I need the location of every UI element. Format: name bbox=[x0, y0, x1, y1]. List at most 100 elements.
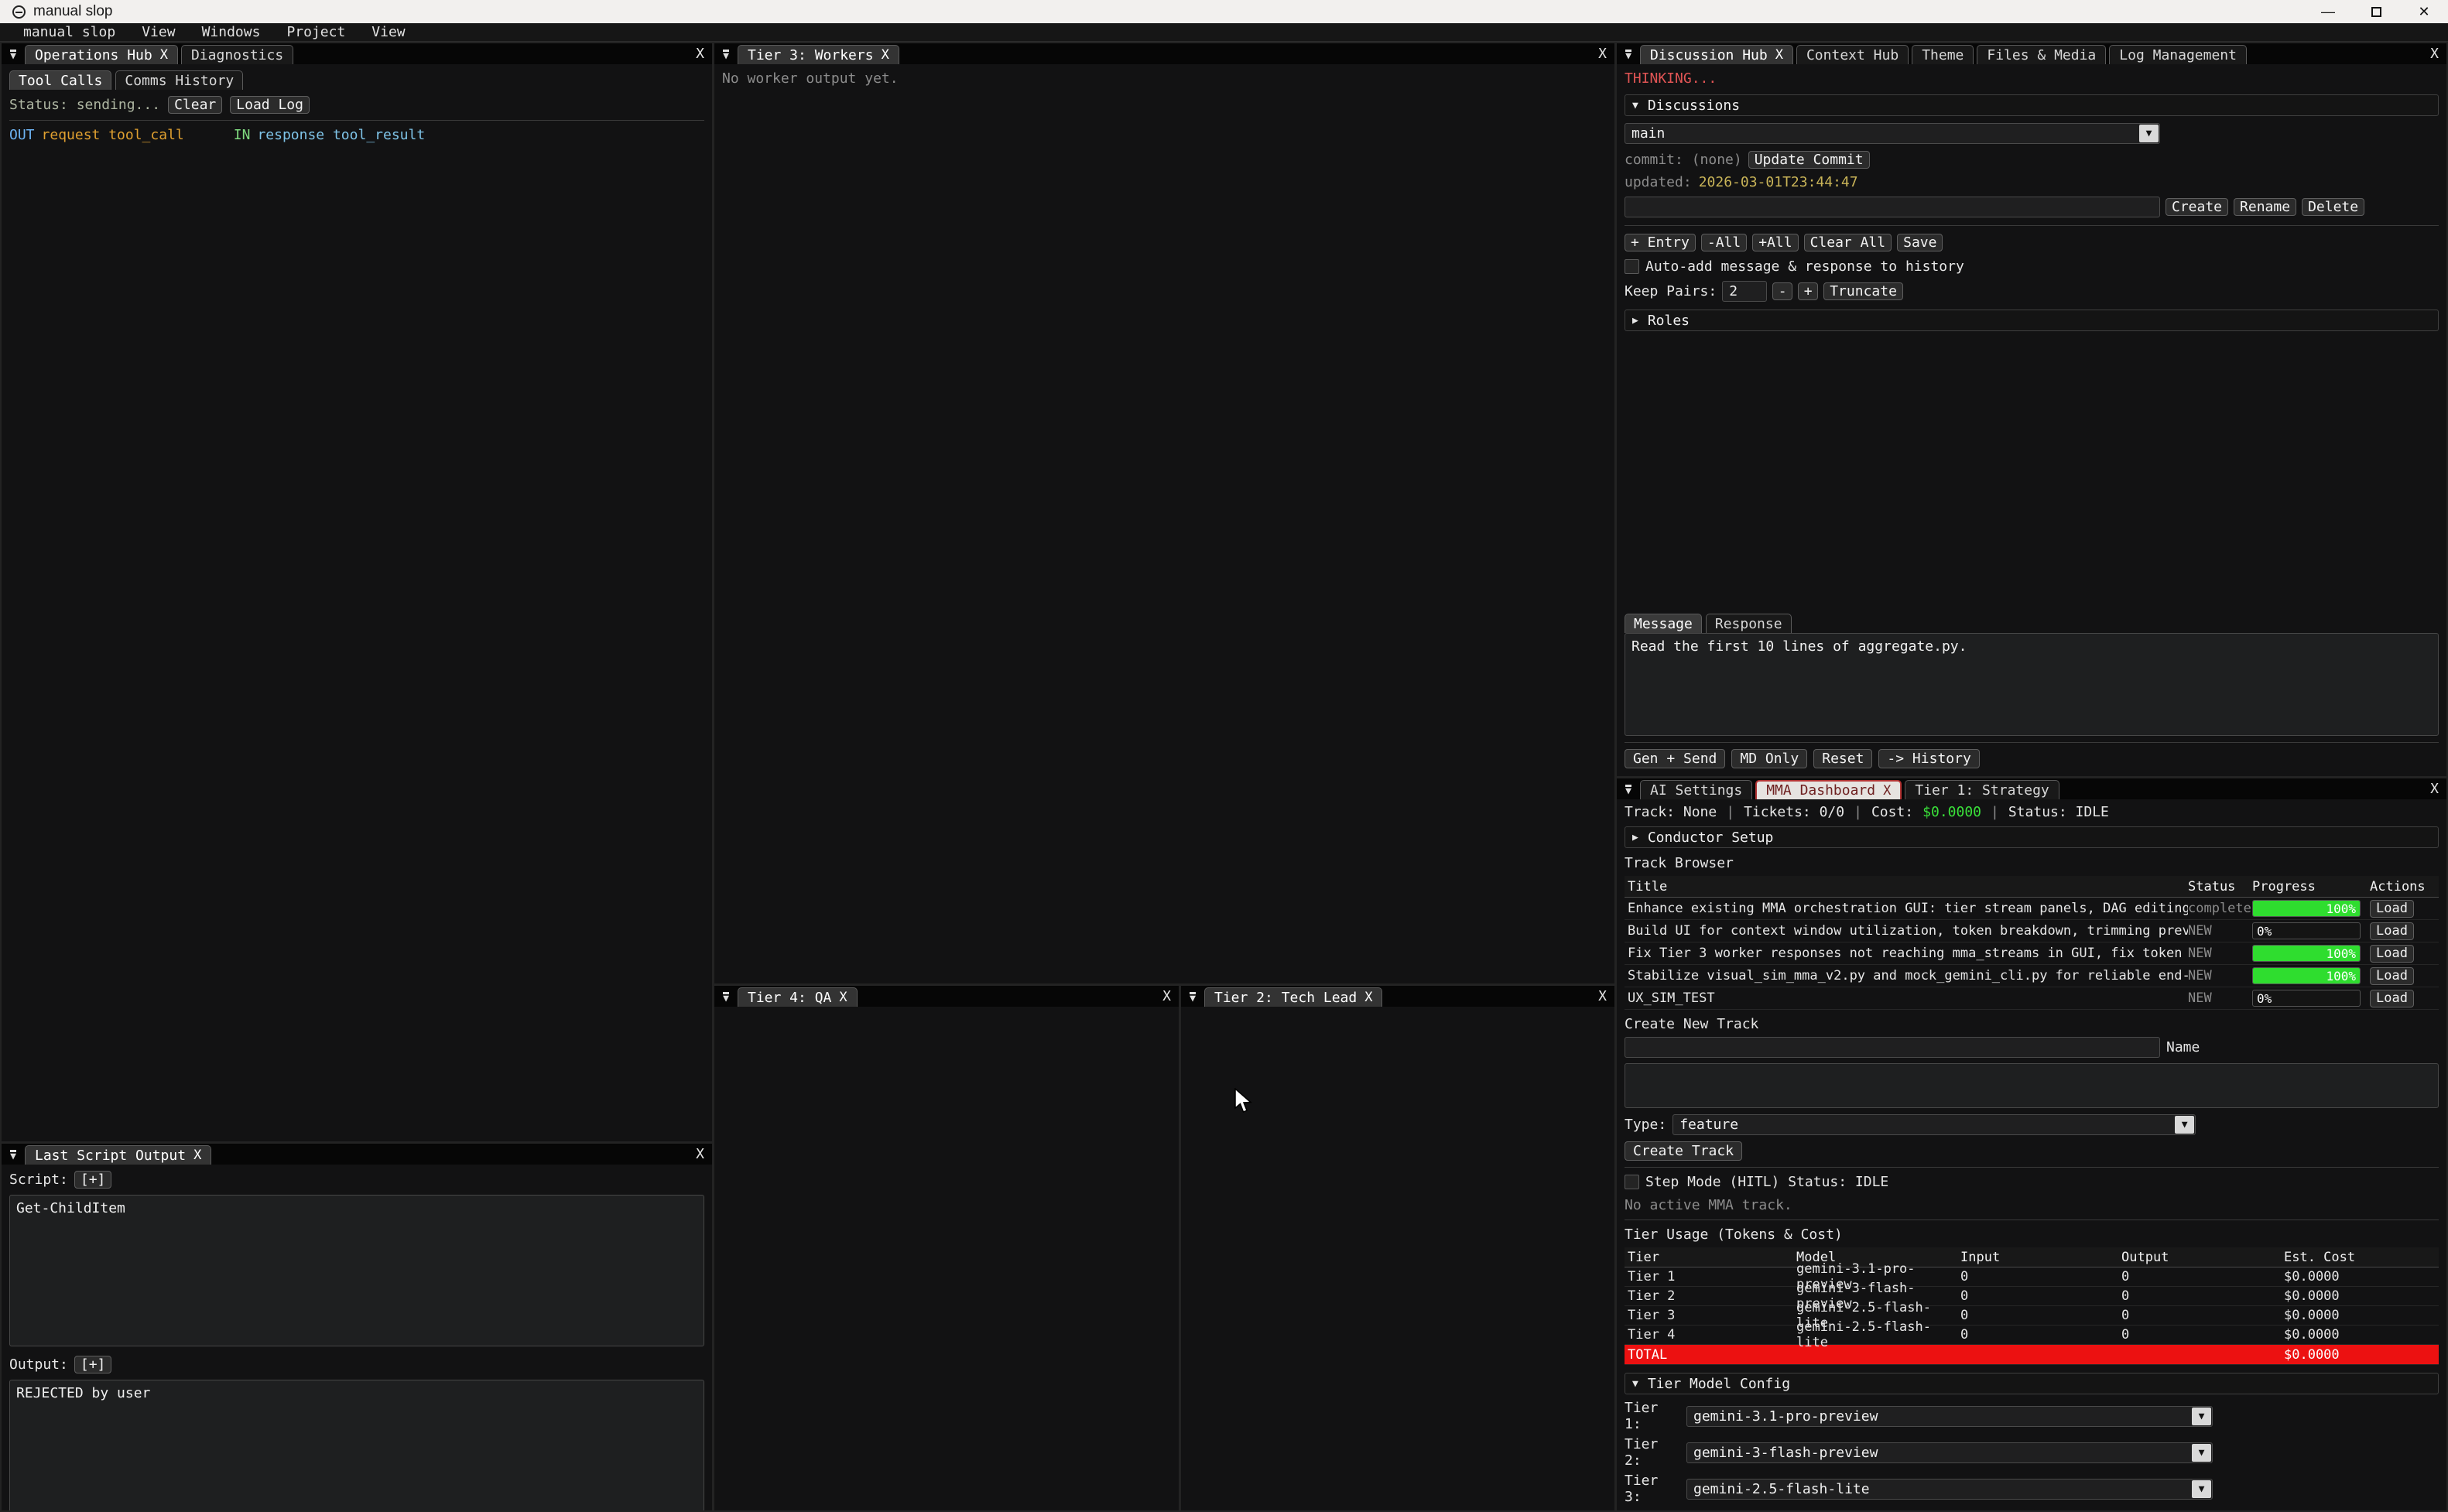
md-only-button[interactable]: MD Only bbox=[1731, 749, 1807, 768]
close-button[interactable]: ✕ bbox=[2400, 0, 2448, 23]
save-button[interactable]: Save bbox=[1897, 234, 1943, 251]
status-text: Status: sending... bbox=[9, 97, 160, 113]
tier1-model-select[interactable]: gemini-3.1-pro-preview ▼ bbox=[1686, 1406, 2213, 1427]
panel-close-icon[interactable]: X bbox=[696, 46, 704, 62]
menu-project[interactable]: Project bbox=[286, 24, 345, 40]
track-description-input[interactable] bbox=[1625, 1063, 2439, 1108]
load-log-button[interactable]: Load Log bbox=[230, 96, 310, 114]
autoadd-checkbox[interactable] bbox=[1625, 259, 1639, 274]
track-type-select[interactable]: feature ▼ bbox=[1673, 1114, 2196, 1135]
tab-close-icon[interactable]: X bbox=[193, 1148, 201, 1163]
reset-button[interactable]: Reset bbox=[1813, 749, 1872, 768]
load-button[interactable]: Load bbox=[2370, 945, 2414, 963]
window-menu-icon[interactable]: ▼ bbox=[2, 1145, 25, 1165]
window-menu-icon[interactable]: ▼ bbox=[714, 987, 738, 1007]
script-expand-button[interactable]: [+] bbox=[74, 1171, 112, 1189]
panel-close-icon[interactable]: X bbox=[696, 1146, 704, 1162]
tab-close-icon[interactable]: X bbox=[1883, 783, 1891, 799]
tab-close-icon[interactable]: X bbox=[1775, 47, 1783, 63]
tier2-label: Tier 2: bbox=[1625, 1436, 1680, 1469]
collapse-all-button[interactable]: -All bbox=[1701, 234, 1747, 251]
menu-view-1[interactable]: View bbox=[142, 24, 175, 40]
output-box[interactable]: REJECTED by user bbox=[9, 1380, 704, 1510]
panel-close-icon[interactable]: X bbox=[2430, 781, 2439, 797]
chevron-down-icon: ▼ bbox=[2192, 1408, 2211, 1425]
load-button[interactable]: Load bbox=[2370, 990, 2414, 1007]
window-menu-icon[interactable]: ▼ bbox=[1617, 780, 1640, 799]
composer: Message Response Read the first 10 lines… bbox=[1625, 614, 2439, 768]
panel-close-icon[interactable]: X bbox=[1162, 988, 1171, 1004]
tab-response[interactable]: Response bbox=[1706, 614, 1792, 633]
tab-context-hub[interactable]: Context Hub bbox=[1796, 45, 1909, 64]
tab-discussion-hub[interactable]: Discussion Hub X bbox=[1640, 45, 1793, 64]
menu-windows[interactable]: Windows bbox=[202, 24, 261, 40]
script-box[interactable]: Get-ChildItem bbox=[9, 1195, 704, 1346]
panel-close-icon[interactable]: X bbox=[1598, 988, 1607, 1004]
discussion-select[interactable]: main ▼ bbox=[1625, 123, 2160, 144]
gen-send-button[interactable]: Gen + Send bbox=[1625, 749, 1725, 768]
tab-mma-dashboard[interactable]: MMA Dashboard X bbox=[1755, 780, 1902, 799]
discussions-header[interactable]: ▼ Discussions bbox=[1625, 94, 2439, 116]
tab-close-icon[interactable]: X bbox=[882, 47, 889, 63]
load-button[interactable]: Load bbox=[2370, 967, 2414, 985]
tab-tier3-workers[interactable]: Tier 3: Workers X bbox=[738, 45, 899, 64]
window-menu-icon[interactable]: ▼ bbox=[2, 45, 25, 64]
tier3-model-select[interactable]: gemini-2.5-flash-lite ▼ bbox=[1686, 1479, 2213, 1500]
message-input[interactable]: Read the first 10 lines of aggregate.py. bbox=[1625, 633, 2439, 736]
step-mode-checkbox[interactable] bbox=[1625, 1175, 1639, 1189]
keep-pairs-minus-button[interactable]: - bbox=[1772, 282, 1792, 300]
update-commit-button[interactable]: Update Commit bbox=[1748, 151, 1870, 169]
menu-view-2[interactable]: View bbox=[371, 24, 405, 40]
tab-close-icon[interactable]: X bbox=[839, 990, 847, 1005]
tab-comms-history[interactable]: Comms History bbox=[115, 70, 243, 90]
tab-tier2-tech-lead[interactable]: Tier 2: Tech Lead X bbox=[1204, 987, 1382, 1007]
thinking-status: THINKING... bbox=[1625, 70, 2439, 87]
panel-close-icon[interactable]: X bbox=[2430, 46, 2439, 62]
tier-model-config-header[interactable]: ▼ Tier Model Config bbox=[1625, 1373, 2439, 1394]
maximize-button[interactable] bbox=[2352, 0, 2400, 23]
menu-manual-slop[interactable]: manual slop bbox=[23, 24, 115, 40]
track-name-input[interactable] bbox=[1625, 1037, 2160, 1058]
load-button[interactable]: Load bbox=[2370, 900, 2414, 918]
tier2-model-select[interactable]: gemini-3-flash-preview ▼ bbox=[1686, 1442, 2213, 1463]
no-active-track-text: No active MMA track. bbox=[1625, 1197, 2439, 1213]
tab-diagnostics[interactable]: Diagnostics bbox=[181, 45, 293, 64]
truncate-button[interactable]: Truncate bbox=[1823, 282, 1903, 300]
tab-theme[interactable]: Theme bbox=[1912, 45, 1974, 64]
tab-ai-settings[interactable]: AI Settings bbox=[1640, 780, 1752, 799]
panel-close-icon[interactable]: X bbox=[1598, 46, 1607, 62]
rename-discussion-button[interactable]: Rename bbox=[2234, 198, 2296, 216]
clear-all-button[interactable]: Clear All bbox=[1804, 234, 1892, 251]
tab-last-script-output[interactable]: Last Script Output X bbox=[25, 1145, 211, 1165]
roles-header[interactable]: ▶ Roles bbox=[1625, 310, 2439, 331]
mma-dashboard-panel: ▼ AI Settings MMA Dashboard X Tier 1: St… bbox=[1617, 778, 2446, 1510]
track-browser-label: Track Browser bbox=[1625, 855, 2439, 871]
tab-close-icon[interactable]: X bbox=[1364, 990, 1372, 1005]
conductor-setup-header[interactable]: ▶ Conductor Setup bbox=[1625, 826, 2439, 848]
keep-pairs-plus-button[interactable]: + bbox=[1798, 282, 1818, 300]
delete-discussion-button[interactable]: Delete bbox=[2302, 198, 2364, 216]
discussion-hub-panel: ▼ Discussion Hub X Context Hub Theme Fil… bbox=[1617, 43, 2446, 776]
create-track-button[interactable]: Create Track bbox=[1625, 1141, 1742, 1161]
discussion-name-input[interactable] bbox=[1625, 197, 2160, 217]
add-entry-button[interactable]: + Entry bbox=[1625, 234, 1696, 251]
tab-tool-calls[interactable]: Tool Calls bbox=[9, 70, 111, 90]
minimize-button[interactable]: — bbox=[2304, 0, 2352, 23]
tab-message[interactable]: Message bbox=[1625, 614, 1702, 633]
expand-all-button[interactable]: +All bbox=[1752, 234, 1798, 251]
load-button[interactable]: Load bbox=[2370, 922, 2414, 940]
create-discussion-button[interactable]: Create bbox=[2166, 198, 2228, 216]
window-menu-icon[interactable]: ▼ bbox=[714, 45, 738, 64]
window-menu-icon[interactable]: ▼ bbox=[1617, 45, 1640, 64]
tab-operations-hub[interactable]: Operations Hub X bbox=[25, 45, 178, 64]
tab-tier4-qa[interactable]: Tier 4: QA X bbox=[738, 987, 858, 1007]
tab-files-media[interactable]: Files & Media bbox=[1977, 45, 2106, 64]
tab-tier1-strategy[interactable]: Tier 1: Strategy bbox=[1905, 780, 2059, 799]
tab-log-management[interactable]: Log Management bbox=[2109, 45, 2247, 64]
to-history-button[interactable]: -> History bbox=[1878, 749, 1979, 768]
clear-button[interactable]: Clear bbox=[168, 96, 222, 114]
output-expand-button[interactable]: [+] bbox=[74, 1356, 112, 1373]
keep-pairs-input[interactable] bbox=[1722, 281, 1767, 302]
window-menu-icon[interactable]: ▼ bbox=[1181, 987, 1204, 1007]
tab-close-icon[interactable]: X bbox=[160, 47, 168, 63]
